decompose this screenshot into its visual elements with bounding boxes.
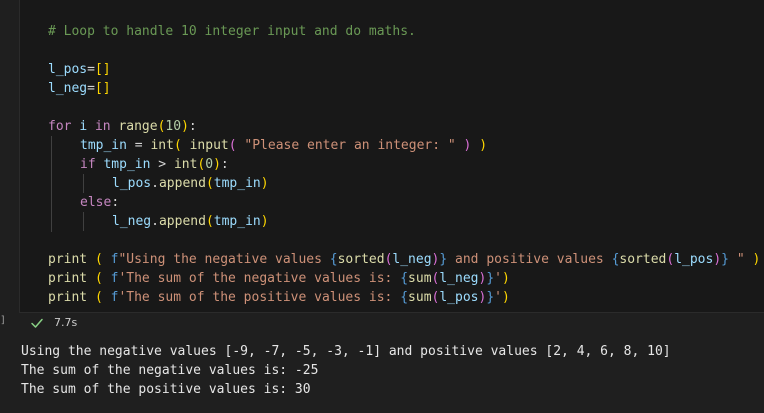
token-paren: ) <box>501 290 510 305</box>
indent-guide <box>83 212 84 231</box>
code-line-neg-append: l_neg.append(tmp_in) <box>112 212 269 231</box>
code-cell-editor[interactable]: # Loop to handle 10 integer input and do… <box>19 0 764 313</box>
token-paren: ) <box>181 119 189 134</box>
token-brace: } <box>486 271 495 286</box>
token-brace: } <box>486 290 495 305</box>
token-tmp-in: tmp_in <box>80 138 127 153</box>
code-comment: # Loop to handle 10 integer input and do… <box>48 24 416 39</box>
code-line-for: for i in range(10): <box>48 117 197 136</box>
token-paren: ( <box>173 138 182 153</box>
token-eq: = <box>87 81 95 96</box>
token-append: append <box>158 214 206 229</box>
output-line: The sum of the positive values is: 30 <box>21 382 311 397</box>
token-print: print <box>48 252 88 267</box>
token-paren: ) <box>752 252 761 267</box>
token-colon: : <box>111 195 120 210</box>
output-line: The sum of the negative values is: -25 <box>21 363 319 378</box>
token-brace: } <box>721 252 729 267</box>
indent-guide <box>51 136 52 232</box>
code-line-print-neg-sum: print ( f'The sum of the negative values… <box>48 269 510 288</box>
token-gt: > <box>158 157 167 172</box>
token-range: range <box>118 119 158 134</box>
token-print: print <box>48 271 88 286</box>
code-line-print-values: print ( f"Using the negative values {sor… <box>48 250 760 269</box>
code-line-lneg-assign: l_neg=[] <box>48 79 111 98</box>
token-eq: = <box>87 62 95 77</box>
token-paren: ) <box>479 138 488 153</box>
token-eq: = <box>134 138 143 153</box>
code-line-comment: # Loop to handle 10 integer input and do… <box>48 22 416 41</box>
token-string: 'The sum of the negative values is: <box>118 271 401 286</box>
token-append: append <box>158 176 206 191</box>
token-lneg: l_neg <box>439 271 479 286</box>
token-sum: sum <box>408 271 432 286</box>
token-lpos: l_pos <box>674 252 714 267</box>
token-i: i <box>79 119 88 134</box>
check-icon <box>30 315 44 329</box>
token-lneg: l_neg <box>48 81 88 96</box>
token-in: in <box>94 119 111 134</box>
code-line-print-pos-sum: print ( f'The sum of the positive values… <box>48 288 510 307</box>
token-sorted: sorted <box>337 252 385 267</box>
token-lpos: l_pos <box>48 62 88 77</box>
token-if: if <box>80 157 96 172</box>
token-string: ' <box>494 290 502 305</box>
token-paren: ( <box>94 271 103 286</box>
token-brace: { <box>400 290 409 305</box>
token-paren: ( <box>205 214 214 229</box>
token-colon: : <box>188 119 197 134</box>
indent-guide <box>83 174 84 193</box>
token-paren: ( <box>94 252 103 267</box>
token-string: ' <box>494 271 502 286</box>
token-else: else <box>80 195 112 210</box>
token-input: input <box>189 138 229 153</box>
token-string: and positive values <box>447 252 612 267</box>
token-paren: ) <box>260 176 269 191</box>
token-tmp-in: tmp_in <box>213 214 261 229</box>
token-int: int <box>150 138 174 153</box>
token-paren: ( <box>94 290 103 305</box>
output-line: Using the negative values [-9, -7, -5, -… <box>21 344 671 359</box>
token-dot: . <box>151 176 159 191</box>
token-paren: ) <box>463 138 472 153</box>
token-lneg: l_neg <box>392 252 432 267</box>
token-paren: ) <box>213 157 221 172</box>
token-paren: ) <box>260 214 269 229</box>
token-string: " <box>729 252 745 267</box>
token-paren: ( <box>228 138 237 153</box>
token-tmp-in: tmp_in <box>103 157 151 172</box>
token-paren: ) <box>501 271 510 286</box>
token-paren: ( <box>205 176 214 191</box>
token-brace: { <box>400 271 409 286</box>
token-lpos: l_pos <box>439 290 479 305</box>
token-string: "Using the negative values <box>118 252 330 267</box>
execution-count-marker[interactable]: ] <box>0 315 6 327</box>
code-line-lpos-assign: l_pos=[] <box>48 60 111 79</box>
token-tmp-in: tmp_in <box>213 176 261 191</box>
token-string: 'The sum of the positive values is: <box>118 290 401 305</box>
token-number: 0 <box>205 157 214 172</box>
code-line-if: if tmp_in > int(0): <box>80 155 229 174</box>
token-prompt-string: "Please enter an integer: " <box>244 138 456 153</box>
token-sorted: sorted <box>619 252 667 267</box>
token-paren: ) <box>713 252 722 267</box>
token-colon: : <box>220 157 229 172</box>
cell-output: Using the negative values [-9, -7, -5, -… <box>0 335 764 413</box>
token-brace: { <box>329 252 338 267</box>
code-line-else: else: <box>80 193 119 212</box>
token-number: 10 <box>165 119 182 134</box>
execution-time: 7.7s <box>54 316 78 329</box>
token-lpos: l_pos <box>112 176 152 191</box>
token-dot: . <box>151 214 159 229</box>
token-lneg: l_neg <box>112 214 152 229</box>
token-print: print <box>48 290 88 305</box>
token-for: for <box>48 119 72 134</box>
token-list: [] <box>94 62 111 77</box>
execution-status-bar: ] 7.7s <box>0 313 764 335</box>
code-line-pos-append: l_pos.append(tmp_in) <box>112 174 269 193</box>
token-sum: sum <box>408 290 432 305</box>
token-list: [] <box>94 81 111 96</box>
token-int: int <box>173 157 198 172</box>
code-line-tmp-assign: tmp_in = int( input( "Please enter an in… <box>80 136 487 155</box>
